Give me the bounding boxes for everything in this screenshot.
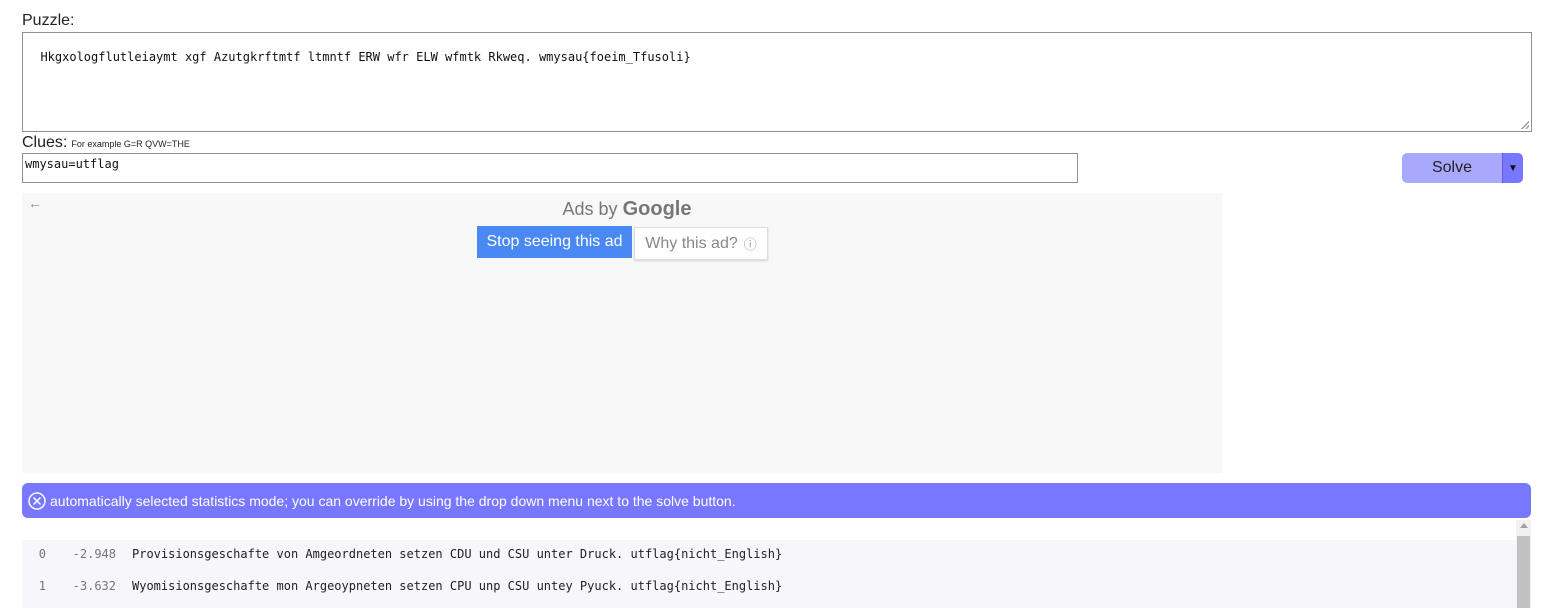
ads-by-text: Ads by — [562, 199, 618, 219]
google-logo: Google — [622, 198, 692, 220]
result-score: -3.632 — [72, 579, 116, 593]
puzzle-label: Puzzle: — [22, 12, 75, 29]
result-index: 1 — [38, 579, 46, 593]
solve-button[interactable]: Solve — [1402, 153, 1502, 183]
puzzle-textarea[interactable]: Hkgxologflutleiaymt xgf Azutgkrftmtf ltm… — [22, 32, 1532, 132]
clues-input[interactable]: wmysau=utflag — [22, 153, 1078, 183]
resize-grip-icon[interactable] — [1521, 121, 1529, 129]
result-index: 0 — [38, 547, 46, 561]
chevron-down-icon: ▼ — [1508, 162, 1518, 174]
notice-banner: automatically selected statistics mode; … — [22, 483, 1531, 518]
info-icon: ⓘ — [743, 237, 757, 252]
notice-text: automatically selected statistics mode; … — [50, 492, 736, 509]
puzzle-text: Hkgxologflutleiaymt xgf Azutgkrftmtf ltm… — [40, 50, 691, 64]
close-circle-icon[interactable] — [28, 491, 46, 510]
solve-dropdown-button[interactable]: ▼ — [1502, 153, 1523, 183]
result-text: Wyomisionsgeschafte mon Argeoypneten set… — [132, 579, 783, 593]
results-list: 0 -2.948 Provisionsgeschafte von Amgeord… — [22, 540, 1516, 608]
why-this-ad-label: Why this ad? — [645, 234, 738, 252]
scroll-up-arrow-icon[interactable] — [1520, 523, 1528, 528]
clues-hint: For example G=R QVW=THE — [71, 139, 190, 149]
scrollbar-thumb[interactable] — [1517, 536, 1530, 608]
ads-by-google: Ads by Google — [0, 198, 1254, 221]
results-scrollbar[interactable] — [1516, 520, 1531, 608]
why-this-ad-button[interactable]: Why this ad? ⓘ — [634, 227, 768, 260]
result-text: Provisionsgeschafte von Amgeordneten set… — [132, 547, 783, 561]
result-row[interactable]: 1 -3.632 Wyomisionsgeschafte mon Argeoyp… — [22, 572, 782, 600]
stop-seeing-ad-button[interactable]: Stop seeing this ad — [477, 226, 632, 258]
clues-label-text: Clues: — [22, 134, 68, 151]
result-score: -2.948 — [72, 547, 116, 561]
result-row[interactable]: 0 -2.948 Provisionsgeschafte von Amgeord… — [22, 540, 782, 568]
clues-label: Clues: For example G=R QVW=THE — [22, 134, 190, 152]
